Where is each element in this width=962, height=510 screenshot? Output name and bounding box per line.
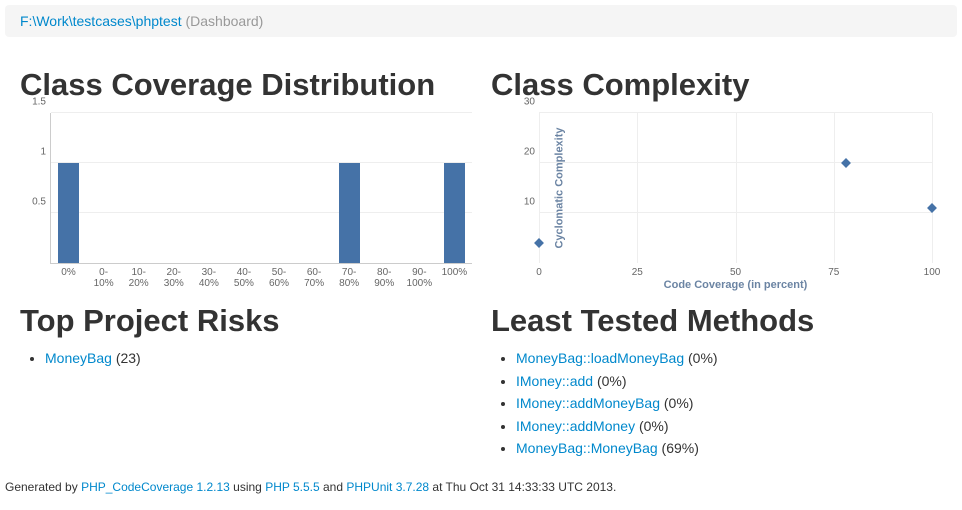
- footer: Generated by PHP_CodeCoverage 1.2.13 usi…: [0, 462, 962, 499]
- heading-coverage-dist: Class Coverage Distribution: [20, 67, 471, 103]
- bar-ytick: 0.5: [26, 197, 46, 208]
- footer-php-link[interactable]: PHP 5.5.5: [265, 480, 319, 494]
- method-link[interactable]: IMoney::addMoney: [516, 418, 635, 434]
- scatter-xtick: 25: [632, 267, 643, 278]
- breadcrumb: F:\Work\testcases\phptest (Dashboard): [5, 5, 957, 37]
- list-item: MoneyBag::loadMoneyBag (0%): [516, 349, 942, 369]
- risk-link[interactable]: MoneyBag: [45, 350, 112, 366]
- breadcrumb-page: (Dashboard): [185, 13, 263, 29]
- breadcrumb-path[interactable]: F:\Work\testcases\phptest: [20, 13, 182, 29]
- bar-xtick: 90- 100%: [407, 267, 433, 289]
- method-link[interactable]: MoneyBag::MoneyBag: [516, 440, 658, 456]
- list-item: IMoney::add (0%): [516, 372, 942, 392]
- method-list: MoneyBag::loadMoneyBag (0%)IMoney::add (…: [491, 349, 942, 459]
- scatter-xlabel: Code Coverage (in percent): [664, 279, 808, 291]
- scatter-xtick: 0: [536, 267, 542, 278]
- chart-coverage-dist: 0.511.50%0- 10%10- 20%20- 30%30- 40%40- …: [20, 113, 471, 293]
- list-item: IMoney::addMoneyBag (0%): [516, 394, 942, 414]
- scatter-xtick: 75: [828, 267, 839, 278]
- bar-xtick: 20- 30%: [164, 267, 184, 289]
- bar-xtick: 60- 70%: [304, 267, 324, 289]
- bar-xtick: 80- 90%: [374, 267, 394, 289]
- method-link[interactable]: IMoney::addMoneyBag: [516, 395, 660, 411]
- bar-xtick: 0%: [61, 267, 75, 278]
- footer-lib-link[interactable]: PHP_CodeCoverage 1.2.13: [81, 480, 230, 494]
- bar-ytick: 1.5: [26, 97, 46, 108]
- bar-xtick: 40- 50%: [234, 267, 254, 289]
- heading-complexity: Class Complexity: [491, 67, 942, 103]
- list-item: IMoney::addMoney (0%): [516, 417, 942, 437]
- bar-xtick: 50- 60%: [269, 267, 289, 289]
- heading-least-tested: Least Tested Methods: [491, 303, 942, 339]
- scatter-ytick: 20: [517, 147, 535, 158]
- chart-complexity: Cyclomatic Complexity Code Coverage (in …: [491, 113, 942, 293]
- bar: [444, 163, 465, 263]
- method-link[interactable]: MoneyBag::loadMoneyBag: [516, 350, 684, 366]
- bar-ytick: 1: [26, 147, 46, 158]
- method-link[interactable]: IMoney::add: [516, 373, 593, 389]
- bar-xtick: 100%: [442, 267, 468, 278]
- bar: [58, 163, 79, 263]
- footer-phpunit-link[interactable]: PHPUnit 3.7.28: [346, 480, 429, 494]
- scatter-xtick: 50: [730, 267, 741, 278]
- scatter-xtick: 100: [924, 267, 941, 278]
- heading-risks: Top Project Risks: [20, 303, 471, 339]
- scatter-ytick: 10: [517, 197, 535, 208]
- bar: [339, 163, 360, 263]
- bar-xtick: 10- 20%: [129, 267, 149, 289]
- scatter-point: [841, 158, 851, 168]
- bar-xtick: 70- 80%: [339, 267, 359, 289]
- bar-xtick: 30- 40%: [199, 267, 219, 289]
- scatter-ytick: 30: [517, 97, 535, 108]
- list-item: MoneyBag (23): [45, 349, 471, 369]
- risk-list: MoneyBag (23): [20, 349, 471, 369]
- bar-xtick: 0- 10%: [94, 267, 114, 289]
- scatter-ylabel: Cyclomatic Complexity: [554, 127, 566, 248]
- list-item: MoneyBag::MoneyBag (69%): [516, 439, 942, 459]
- scatter-point: [534, 238, 544, 248]
